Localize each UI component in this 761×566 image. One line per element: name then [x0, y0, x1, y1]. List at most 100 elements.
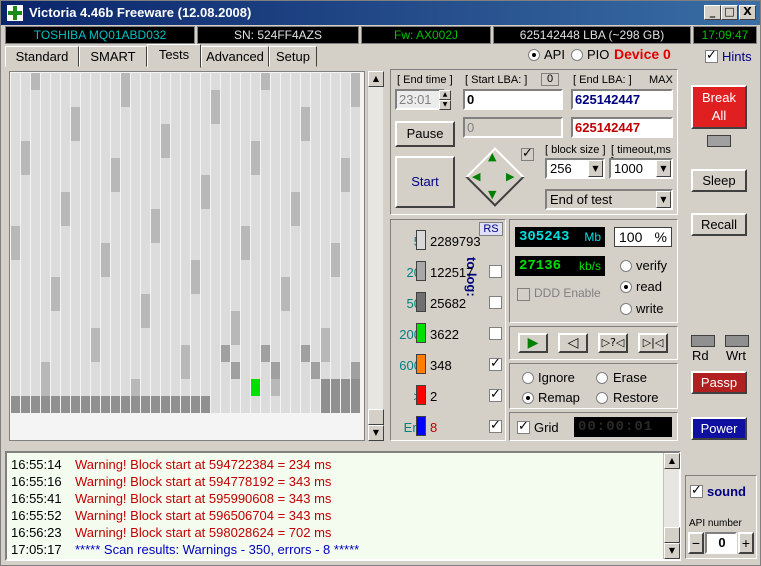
end-action-select[interactable]: End of test ▼	[545, 189, 673, 210]
scroll-down-icon[interactable]: ▼	[368, 425, 384, 441]
minimize-button[interactable]: _	[704, 5, 721, 20]
sector-block	[201, 124, 210, 141]
sector-block	[171, 141, 180, 158]
scroll-up-icon[interactable]: ▲	[368, 71, 384, 87]
arrow-right-icon[interactable]: ▶	[506, 170, 514, 183]
start-lba-zero-button[interactable]: 0	[541, 73, 559, 86]
chevron-down-icon[interactable]: ▼	[588, 160, 603, 177]
verify-label: verify	[636, 258, 668, 273]
pio-radio[interactable]	[571, 49, 583, 61]
tab-smart[interactable]: SMART	[79, 46, 147, 67]
sector-block	[161, 345, 170, 362]
stat-row: 600 348	[393, 352, 505, 378]
grid-checkbox[interactable]	[517, 419, 530, 434]
hints-checkbox[interactable]	[705, 48, 718, 63]
tab-setup[interactable]: Setup	[269, 46, 317, 67]
tab-advanced[interactable]: Advanced	[201, 46, 269, 67]
power-button[interactable]: Power	[691, 417, 747, 440]
api-radio[interactable]	[528, 49, 540, 61]
sector-block	[161, 226, 170, 243]
pause-button[interactable]: Pause	[395, 121, 455, 147]
sector-block	[211, 277, 220, 294]
sector-block	[51, 107, 60, 124]
ddd-enable-checkbox[interactable]	[517, 288, 530, 301]
to-log-checkbox[interactable]	[489, 418, 502, 433]
log-scroll-up-icon[interactable]: ▲	[664, 453, 680, 469]
api-number-input[interactable]: 0	[705, 532, 737, 554]
sector-map-scrollbar[interactable]: ▲ ▼	[367, 71, 384, 441]
sector-block	[311, 226, 320, 243]
rewind-icon[interactable]: ◁	[558, 333, 588, 353]
sector-block	[91, 345, 100, 362]
direction-checkbox[interactable]	[521, 146, 534, 161]
tab-standard[interactable]: Standard	[5, 46, 79, 67]
sector-block	[171, 175, 180, 192]
direction-pad[interactable]: ▲ ◀ ▶ ▼	[465, 147, 526, 208]
sector-block	[301, 294, 310, 311]
timeout-select[interactable]: 1000 ▼	[609, 158, 673, 179]
api-number-plus-button[interactable]: +	[738, 532, 754, 554]
sector-block	[161, 294, 170, 311]
to-log-checkbox[interactable]	[489, 296, 502, 309]
to-log-checkbox[interactable]	[489, 387, 502, 402]
sector-block	[61, 396, 70, 413]
scroll-thumb[interactable]	[368, 409, 384, 425]
log-scroll-thumb[interactable]	[664, 527, 680, 543]
end-time-input[interactable]: 23:01	[395, 89, 445, 110]
block-size-select[interactable]: 256 ▼	[545, 158, 605, 179]
sector-block	[191, 277, 200, 294]
sector-block	[301, 328, 310, 345]
chevron-down-icon[interactable]: ▼	[656, 160, 671, 177]
sound-checkbox[interactable]	[690, 483, 703, 498]
sector-block	[11, 192, 20, 209]
end-time-down-icon[interactable]: ▼	[439, 100, 451, 110]
close-button[interactable]: X	[739, 5, 756, 20]
to-log-checkbox[interactable]	[489, 327, 502, 340]
sector-block	[321, 379, 330, 396]
sector-block	[21, 260, 30, 277]
write-radio[interactable]	[620, 303, 632, 315]
sector-block	[141, 379, 150, 396]
recall-button[interactable]: Recall	[691, 213, 747, 236]
sector-block	[31, 90, 40, 107]
write-label: write	[636, 301, 664, 316]
maximize-button[interactable]: □	[721, 5, 738, 20]
arrow-down-icon[interactable]: ▼	[488, 188, 496, 201]
verify-radio[interactable]	[620, 260, 632, 272]
sleep-button[interactable]: Sleep	[691, 169, 747, 192]
sector-block	[131, 311, 140, 328]
chevron-down-icon[interactable]: ▼	[656, 191, 671, 208]
sector-block	[91, 226, 100, 243]
restore-radio[interactable]	[596, 392, 608, 404]
passp-button[interactable]: Passp	[691, 371, 747, 394]
api-number-minus-button[interactable]: −	[688, 532, 704, 554]
sector-block	[171, 396, 180, 413]
log-scroll-down-icon[interactable]: ▼	[664, 543, 680, 559]
sector-block	[231, 294, 240, 311]
sector-block	[131, 192, 140, 209]
sector-block	[211, 345, 220, 362]
play-icon[interactable]: ▶	[518, 333, 548, 353]
arrow-left-icon[interactable]: ◀	[472, 170, 480, 183]
sector-block	[311, 141, 320, 158]
tab-tests[interactable]: Tests	[147, 44, 201, 68]
seek-unknown-icon[interactable]: ▷?◁	[598, 333, 628, 353]
end-time-up-icon[interactable]: ▲	[439, 90, 451, 100]
end-lba-max-button[interactable]: MAX	[649, 74, 673, 86]
to-log-checkbox[interactable]	[489, 265, 502, 278]
read-radio[interactable]	[620, 281, 632, 293]
start-lba-input[interactable]: 0	[463, 89, 563, 110]
skip-end-icon[interactable]: ▷|◁	[638, 333, 668, 353]
sector-block	[201, 345, 210, 362]
sector-block	[31, 311, 40, 328]
sector-block	[291, 311, 300, 328]
ignore-radio[interactable]	[522, 372, 534, 384]
start-button[interactable]: Start	[395, 156, 455, 208]
log-scrollbar[interactable]: ▲ ▼	[663, 453, 680, 559]
erase-radio[interactable]	[596, 372, 608, 384]
break-all-button[interactable]: Break All	[691, 85, 747, 129]
end-lba-input[interactable]: 625142447	[571, 89, 673, 110]
to-log-checkbox[interactable]	[489, 356, 502, 371]
arrow-up-icon[interactable]: ▲	[488, 150, 496, 163]
remap-radio[interactable]	[522, 392, 534, 404]
